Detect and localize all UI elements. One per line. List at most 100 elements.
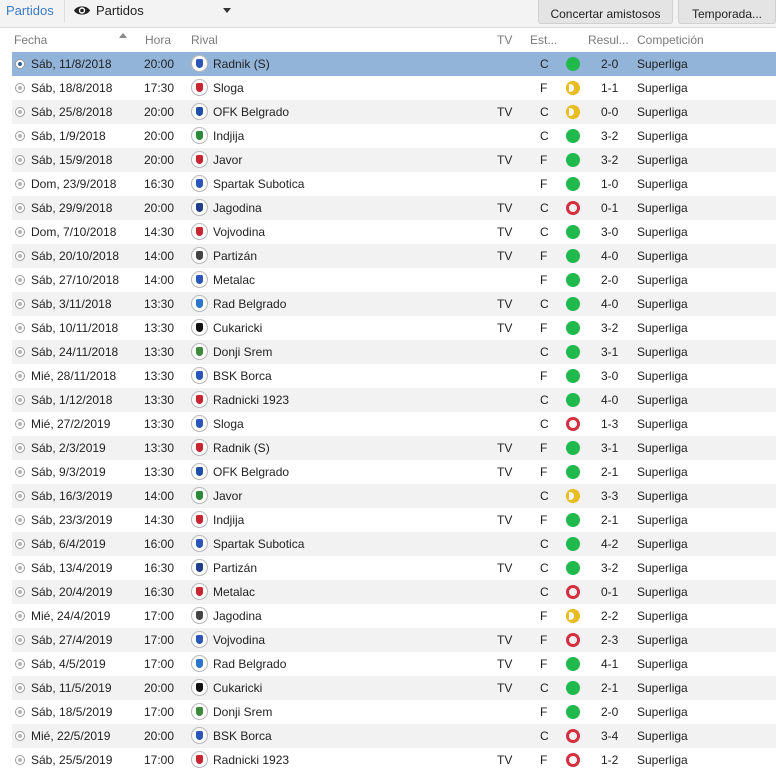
rival-name[interactable]: Radnik (S) — [213, 441, 270, 455]
arrange-friendlies-button[interactable]: Concertar amistosos — [538, 0, 673, 24]
table-row[interactable]: Sáb, 3/11/2018 13:30 Rad Belgrado TV C 4-0 Sup… — [12, 292, 776, 316]
rival-name[interactable]: Radnik (S) — [213, 57, 270, 71]
rival-name[interactable]: OFK Belgrado — [213, 105, 289, 119]
competition[interactable]: Superliga — [637, 465, 688, 479]
rival-name[interactable]: Partizán — [213, 249, 257, 263]
table-row[interactable]: Sáb, 20/10/2018 14:00 Partizán TV F 4-0 Superl… — [12, 244, 776, 268]
rival-name[interactable]: Rad Belgrado — [213, 297, 286, 311]
row-radio[interactable] — [15, 155, 25, 165]
table-row[interactable]: Sáb, 4/5/2019 17:00 Rad Belgrado TV F 4-1 Supe… — [12, 652, 776, 676]
competition[interactable]: Superliga — [637, 441, 688, 455]
rival-name[interactable]: Javor — [213, 153, 242, 167]
row-radio[interactable] — [15, 347, 25, 357]
row-radio[interactable] — [15, 131, 25, 141]
competition[interactable]: Superliga — [637, 561, 688, 575]
competition[interactable]: Superliga — [637, 81, 688, 95]
competition[interactable]: Superliga — [637, 129, 688, 143]
row-radio[interactable] — [15, 371, 25, 381]
column-header-rival[interactable]: Rival — [191, 33, 218, 47]
table-row[interactable]: Sáb, 18/8/2018 17:30 Sloga F 1-1 Superliga — [12, 76, 776, 100]
rival-name[interactable]: Sloga — [213, 81, 244, 95]
competition[interactable]: Superliga — [637, 513, 688, 527]
row-radio[interactable] — [15, 707, 25, 717]
competition[interactable]: Superliga — [637, 393, 688, 407]
rival-name[interactable]: Spartak Subotica — [213, 537, 304, 551]
table-row[interactable]: Sáb, 18/5/2019 17:00 Donji Srem F 2-0 Superli… — [12, 700, 776, 724]
table-row[interactable]: Sáb, 15/9/2018 20:00 Javor TV F 3-2 Superliga — [12, 148, 776, 172]
competition[interactable]: Superliga — [637, 585, 688, 599]
rival-name[interactable]: Radnicki 1923 — [213, 753, 289, 767]
row-radio[interactable] — [15, 227, 25, 237]
table-row[interactable]: Sáb, 11/8/2018 20:00 Radnik (S) C 2-0 Superli… — [12, 52, 776, 76]
competition[interactable]: Superliga — [637, 417, 688, 431]
row-radio[interactable] — [15, 731, 25, 741]
competition[interactable]: Superliga — [637, 153, 688, 167]
rival-name[interactable]: BSK Borca — [213, 729, 272, 743]
table-row[interactable]: Sáb, 1/12/2018 13:30 Radnicki 1923 C 4-0 Supe… — [12, 388, 776, 412]
table-row[interactable]: Sáb, 10/11/2018 13:30 Cukaricki TV F 3-2 Super… — [12, 316, 776, 340]
column-header-hora[interactable]: Hora — [145, 33, 171, 47]
row-radio[interactable] — [15, 563, 25, 573]
competition[interactable]: Superliga — [637, 489, 688, 503]
competition[interactable]: Superliga — [637, 633, 688, 647]
row-radio[interactable] — [15, 179, 25, 189]
column-header-competicion[interactable]: Competición — [637, 33, 704, 47]
row-radio[interactable] — [15, 515, 25, 525]
table-row[interactable]: Sáb, 20/4/2019 16:30 Metalac C 0-1 Superliga — [12, 580, 776, 604]
rival-name[interactable]: Sloga — [213, 417, 244, 431]
row-radio[interactable] — [15, 467, 25, 477]
rival-name[interactable]: Cukaricki — [213, 321, 262, 335]
season-button[interactable]: Temporada... — [678, 0, 776, 24]
rival-name[interactable]: Spartak Subotica — [213, 177, 304, 191]
table-row[interactable]: Sáb, 25/5/2019 17:00 Radnicki 1923 TV F 1-2 Su… — [12, 748, 776, 772]
table-row[interactable]: Dom, 23/9/2018 16:30 Spartak Subotica F 1-0 S… — [12, 172, 776, 196]
table-row[interactable]: Sáb, 2/3/2019 13:30 Radnik (S) TV F 3-1 Superl… — [12, 436, 776, 460]
rival-name[interactable]: Vojvodina — [213, 225, 265, 239]
competition[interactable]: Superliga — [637, 105, 688, 119]
competition[interactable]: Superliga — [637, 369, 688, 383]
row-radio[interactable] — [15, 83, 25, 93]
table-row[interactable]: Sáb, 24/11/2018 13:30 Donji Srem C 3-1 Superl… — [12, 340, 776, 364]
rival-name[interactable]: Metalac — [213, 273, 255, 287]
rival-name[interactable]: Rad Belgrado — [213, 657, 286, 671]
table-row[interactable]: Mié, 28/11/2018 13:30 BSK Borca F 3-0 Superli… — [12, 364, 776, 388]
row-radio[interactable] — [15, 587, 25, 597]
tab-partidos[interactable]: Partidos — [6, 3, 54, 18]
competition[interactable]: Superliga — [637, 201, 688, 215]
competition[interactable]: Superliga — [637, 345, 688, 359]
competition[interactable]: Superliga — [637, 681, 688, 695]
table-row[interactable]: Sáb, 27/4/2019 17:00 Vojvodina TV F 2-3 Superl… — [12, 628, 776, 652]
rival-name[interactable]: Vojvodina — [213, 633, 265, 647]
row-radio[interactable] — [15, 59, 25, 69]
table-row[interactable]: Sáb, 29/9/2018 20:00 Jagodina TV C 0-1 Superli… — [12, 196, 776, 220]
table-row[interactable]: Sáb, 27/10/2018 14:00 Metalac F 2-0 Superliga — [12, 268, 776, 292]
rival-name[interactable]: Radnicki 1923 — [213, 393, 289, 407]
column-header-resultado[interactable]: Resul... — [588, 33, 629, 47]
competition[interactable]: Superliga — [637, 297, 688, 311]
row-radio[interactable] — [15, 539, 25, 549]
table-row[interactable]: Sáb, 25/8/2018 20:00 OFK Belgrado TV C 0-0 Sup… — [12, 100, 776, 124]
table-row[interactable]: Mié, 24/4/2019 17:00 Jagodina F 2-2 Superliga — [12, 604, 776, 628]
competition[interactable]: Superliga — [637, 537, 688, 551]
rival-name[interactable]: Indjija — [213, 129, 244, 143]
table-row[interactable]: Sáb, 6/4/2019 16:00 Spartak Subotica C 4-2 Su… — [12, 532, 776, 556]
competition[interactable]: Superliga — [637, 249, 688, 263]
row-radio[interactable] — [15, 203, 25, 213]
row-radio[interactable] — [15, 635, 25, 645]
row-radio[interactable] — [15, 755, 25, 765]
competition[interactable]: Superliga — [637, 57, 688, 71]
rival-name[interactable]: Cukaricki — [213, 681, 262, 695]
table-row[interactable]: Dom, 7/10/2018 14:30 Vojvodina TV C 3-0 Superl… — [12, 220, 776, 244]
competition[interactable]: Superliga — [637, 729, 688, 743]
rival-name[interactable]: Jagodina — [213, 609, 262, 623]
table-row[interactable]: Mié, 27/2/2019 13:30 Sloga C 1-3 Superliga — [12, 412, 776, 436]
row-radio[interactable] — [15, 395, 25, 405]
row-radio[interactable] — [15, 107, 25, 117]
rival-name[interactable]: Donji Srem — [213, 345, 272, 359]
column-header-estadio[interactable]: Est... — [530, 33, 557, 47]
rival-name[interactable]: BSK Borca — [213, 369, 272, 383]
competition[interactable]: Superliga — [637, 657, 688, 671]
row-radio[interactable] — [15, 251, 25, 261]
row-radio[interactable] — [15, 683, 25, 693]
row-radio[interactable] — [15, 443, 25, 453]
